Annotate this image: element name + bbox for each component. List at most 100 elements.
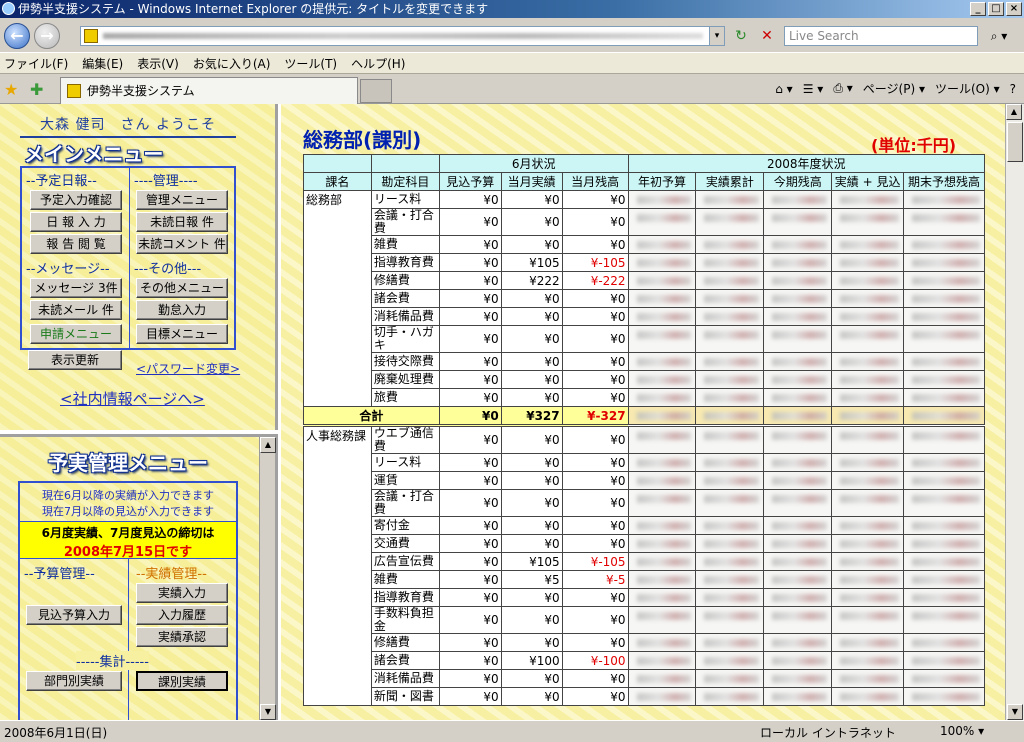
mokuhyo-menu-button[interactable]: 目標メニュー [136,324,228,344]
blurred-value-cell [763,235,833,254]
header-jis-mik: 実績 + 見込 [831,172,905,191]
menu-view[interactable]: 表示(V) [137,55,179,72]
maximize-button[interactable]: □ [988,2,1004,16]
section-sonota: ---その他--- [134,262,202,277]
add-favorite-icon[interactable]: ✚ [30,80,43,99]
yotei-check-button[interactable]: 予定入力確認 [30,190,122,210]
blurred-value-cell [695,253,765,272]
intranet-link[interactable]: <社内情報ページへ> [60,388,205,409]
new-tab-button[interactable] [360,79,392,103]
blurred-value-cell [763,489,833,517]
blurred-value-cell [695,552,765,571]
scroll-thumb[interactable] [1007,122,1023,162]
blurred-value-cell [627,208,697,236]
blurred-value-cell [903,235,985,254]
sonota-menu-button[interactable]: その他メニュー [136,278,228,298]
mikomi-cell: ¥0 [438,588,502,607]
zoom-level[interactable]: 100% ▾ [940,724,984,738]
mikomi-cell: ¥0 [438,370,502,389]
blurred-total-cell [695,406,765,427]
forward-button[interactable]: → [34,23,60,49]
scroll-down-icon[interactable]: ▼ [1007,704,1023,720]
mikomi-input-button[interactable]: 見込予算入力 [26,605,122,625]
search-input[interactable]: Live Search [784,26,978,46]
jisseki-cell: ¥0 [500,307,563,326]
favorites-star-icon[interactable]: ★ [4,80,18,99]
jisseki-input-button[interactable]: 実績入力 [136,583,228,603]
scroll-up-icon[interactable]: ▲ [1006,104,1022,120]
menu-edit[interactable]: 編集(E) [82,55,123,72]
address-dropdown-icon[interactable]: ▾ [709,27,724,45]
blurred-value-cell [627,352,697,371]
back-button[interactable]: ← [4,23,30,49]
message-button[interactable]: メッセージ 3件 [30,278,122,298]
report-view-button[interactable]: 報 告 閲 覧 [30,234,122,254]
header-row-1: 6月状況 2008年度状況 [303,154,986,173]
blurred-total-cell [903,406,985,427]
table-row: 交通費 ¥0 ¥0 ¥0 [304,534,985,553]
password-change-link[interactable]: <パスワード変更> [136,360,240,377]
table-row: 会議・打合費 ¥0 ¥0 ¥0 [304,489,985,517]
address-input[interactable]: ▾ [80,26,725,46]
zandaka-cell: ¥0 [561,516,629,535]
tools-menu[interactable]: ツール(O) ▾ [935,80,1000,97]
right-scrollbar[interactable]: ▲ ▼ [1005,104,1024,720]
blurred-value-cell [627,588,697,607]
blurred-value-cell [695,489,765,517]
unit-label: (単位:千円) [871,136,957,155]
section-result-button[interactable]: 課別実績 [136,671,228,691]
zandaka-cell: ¥0 [561,633,629,652]
input-history-button[interactable]: 入力履歴 [136,605,228,625]
jisseki-cell: ¥105 [500,552,563,571]
stop-icon[interactable]: ✕ [756,26,778,46]
blurred-value-cell [903,651,985,670]
account-cell: 修繕費 [370,271,440,290]
menu-favorites[interactable]: お気に入り(A) [193,55,271,72]
zandaka-cell: ¥-5 [561,570,629,589]
home-icon[interactable]: ⌂ ▾ [775,82,792,96]
account-cell: 会議・打合費 [370,208,440,236]
unread-nippo-button[interactable]: 未読日報 件 [136,212,228,232]
blurred-value-cell [763,606,833,634]
kanri-menu-button[interactable]: 管理メニュー [136,190,228,210]
left-scrollbar[interactable]: ▲ ▼ [259,437,276,720]
search-icon[interactable]: ⌕ ▾ [982,26,1016,46]
nippo-input-button[interactable]: 日 報 入 力 [30,212,122,232]
zandaka-cell: ¥0 [561,307,629,326]
minimize-button[interactable]: _ [970,2,986,16]
menu-file[interactable]: ファイル(F) [4,55,68,72]
close-button[interactable]: × [1006,2,1022,16]
dept-result-button[interactable]: 部門別実績 [26,671,122,691]
menu-help[interactable]: ヘルプ(H) [351,55,405,72]
zandaka-cell: ¥0 [561,325,629,353]
mikomi-cell: ¥0 [438,552,502,571]
section-actual: --実績管理-- [136,567,207,582]
print-icon[interactable]: ⎙ ▾ [833,81,852,96]
jisseki-cell: ¥0 [500,208,563,236]
total-row: 合計 ¥0 ¥327 ¥-327 [303,406,985,427]
blurred-value-cell [903,453,985,472]
zandaka-cell: ¥0 [561,534,629,553]
blurred-value-cell [763,208,833,236]
jisseki-approve-button[interactable]: 実績承認 [136,627,228,647]
blurred-value-cell [903,516,985,535]
tab-active[interactable]: 伊勢半支援システム [60,77,358,104]
header-ka: 課名 [303,172,372,191]
scroll-down-icon[interactable]: ▼ [260,704,276,720]
refresh-view-button[interactable]: 表示更新 [28,350,122,370]
ie-logo-icon [2,2,15,15]
unread-comment-button[interactable]: 未読コメント 件 [136,234,228,254]
help-icon[interactable]: ? [1010,82,1016,96]
section-kanri: ----管理---- [134,174,198,189]
scroll-up-icon[interactable]: ▲ [260,437,276,453]
kintai-input-button[interactable]: 勤怠入力 [136,300,228,320]
menu-tools[interactable]: ツール(T) [284,55,337,72]
deadline-banner: 6月度実績、7月度見込の締切は 2008年7月15日です [20,521,236,560]
unread-mail-button[interactable]: 未読メール 件 [30,300,122,320]
shinsei-menu-button[interactable]: 申請メニュー [30,324,122,344]
feeds-icon[interactable]: ☰ ▾ [803,82,824,96]
refresh-icon[interactable]: ↻ [730,26,752,46]
page-menu[interactable]: ページ(P) ▾ [863,80,925,97]
jisseki-cell: ¥0 [500,325,563,353]
blurred-value-cell [695,534,765,553]
